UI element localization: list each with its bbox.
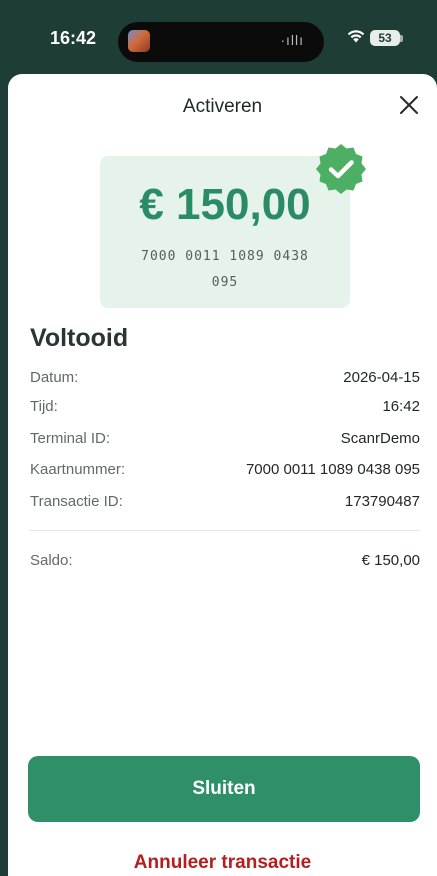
detail-value: ScanrDemo <box>340 430 420 447</box>
card-number: 7000 0011 1089 0438 095 <box>120 244 330 296</box>
detail-row-transaction-id: Transactie ID: 173790487 <box>30 490 420 514</box>
status-bar: 16:42 ·ıllı 53 <box>0 0 437 80</box>
detail-row-card-number: Kaartnummer: 7000 0011 1089 0438 095 <box>30 458 420 482</box>
card-amount: € 150,00 <box>139 180 311 229</box>
close-icon[interactable] <box>394 92 424 122</box>
detail-value: 2026-04-15 <box>343 369 420 386</box>
detail-row-time: Tijd: 16:42 <box>30 395 420 419</box>
activation-sheet: Activeren € 150,00 7000 0011 1089 0438 0… <box>8 74 437 876</box>
balance-label: Saldo: <box>30 552 73 569</box>
detail-label: Datum: <box>30 369 79 386</box>
cancel-transaction-link[interactable]: Annuleer transactie <box>8 852 437 874</box>
check-badge-icon <box>314 142 368 196</box>
detail-label: Kaartnummer: <box>30 461 126 478</box>
card-number-line-1: 7000 0011 1089 0438 <box>141 249 309 264</box>
battery-indicator: 53 <box>370 30 400 46</box>
sheet-title: Activeren <box>182 96 263 117</box>
detail-value: 173790487 <box>344 493 420 510</box>
status-time: 16:42 <box>50 28 97 48</box>
close-button[interactable]: Sluiten <box>28 756 420 822</box>
balance-row: Saldo: € 150,00 <box>30 549 420 573</box>
dynamic-island: ·ıllı <box>118 22 324 62</box>
gift-card: € 150,00 7000 0011 1089 0438 095 <box>100 156 350 308</box>
detail-value: 7000 0011 1089 0438 095 <box>245 461 420 478</box>
audio-waveform-icon: ·ıllı <box>280 32 304 48</box>
detail-label: Transactie ID: <box>30 493 123 510</box>
detail-value: 16:42 <box>382 398 420 415</box>
detail-label: Tijd: <box>30 398 58 415</box>
detail-row-terminal: Terminal ID: ScanrDemo <box>30 427 420 451</box>
balance-value: € 150,00 <box>361 552 420 569</box>
detail-label: Terminal ID: <box>30 430 111 447</box>
app-thumbnail-icon <box>128 30 150 52</box>
card-number-line-2: 095 <box>211 275 239 290</box>
detail-row-date: Datum: 2026-04-15 <box>30 366 420 390</box>
divider <box>30 530 420 531</box>
status-heading: Voltooid <box>30 324 129 352</box>
battery-tip <box>400 35 403 42</box>
wifi-icon <box>346 28 366 49</box>
